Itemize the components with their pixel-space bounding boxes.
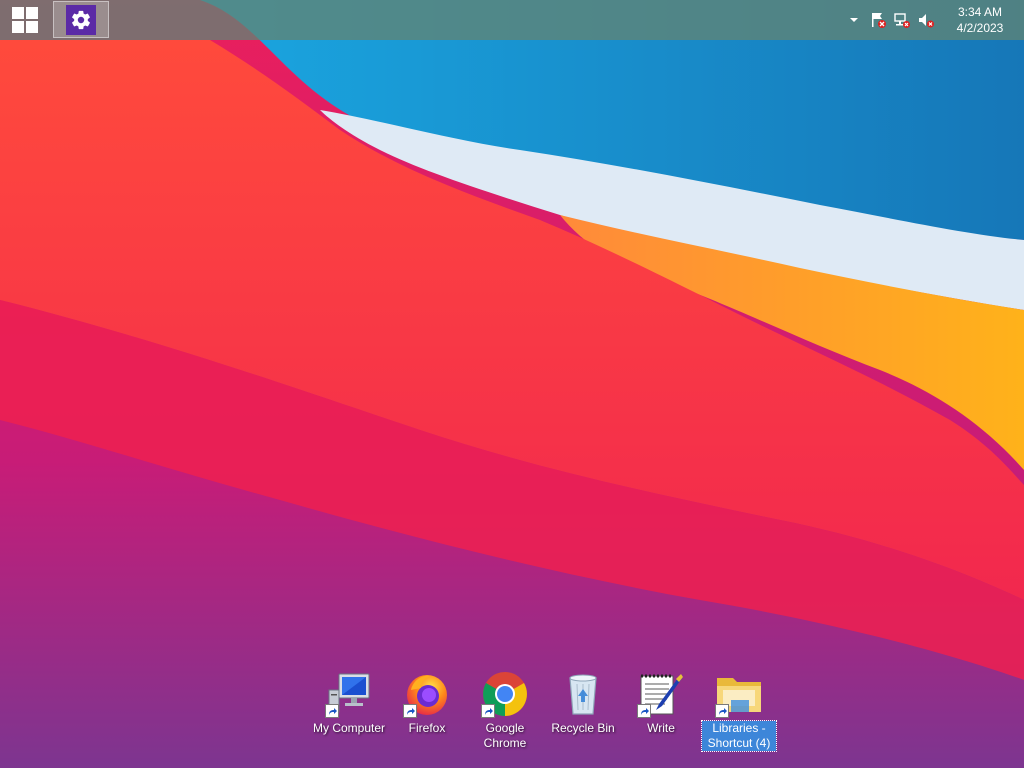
- desktop[interactable]: 3:34 AM 4/2/2023 My Computer Firefox Goo…: [0, 0, 1024, 768]
- action-center-flag-icon[interactable]: [866, 0, 890, 40]
- desktop-icon-libraries-shortcut[interactable]: Libraries - Shortcut (4): [700, 668, 778, 758]
- network-icon[interactable]: [890, 0, 914, 40]
- desktop-icon-label: Libraries - Shortcut (4): [701, 720, 777, 752]
- desktop-icon-label: Write: [647, 721, 675, 735]
- system-tray: 3:34 AM 4/2/2023: [842, 0, 1024, 40]
- windows-logo-icon: [12, 7, 38, 33]
- desktop-icon-label: Recycle Bin: [551, 721, 615, 735]
- taskbar-clock[interactable]: 3:34 AM 4/2/2023: [944, 0, 1016, 40]
- write-icon: [637, 670, 685, 718]
- clock-time: 3:34 AM: [957, 5, 1003, 19]
- desktop-icon-label: My Computer: [312, 721, 386, 735]
- volume-muted-icon[interactable]: [914, 0, 938, 40]
- desktop-icon-google-chrome[interactable]: Google Chrome: [466, 668, 544, 758]
- chrome-icon: [481, 670, 529, 718]
- desktop-icon-firefox[interactable]: Firefox: [388, 668, 466, 758]
- recycle-bin-icon: [559, 670, 607, 718]
- settings-icon: [66, 4, 96, 35]
- shortcut-arrow-icon: [637, 704, 651, 718]
- desktop-icon-label: Google Chrome: [483, 721, 527, 750]
- desktop-icon-my-computer[interactable]: My Computer: [310, 668, 388, 758]
- clock-date: 4/2/2023: [956, 21, 1004, 35]
- firefox-icon: [403, 670, 451, 718]
- shortcut-arrow-icon: [715, 704, 729, 718]
- wallpaper: [0, 0, 1024, 768]
- taskbar: 3:34 AM 4/2/2023: [0, 0, 1024, 40]
- tray-chevron-up-icon[interactable]: [842, 0, 866, 40]
- desktop-icons: My Computer Firefox Google Chrome Recycl…: [310, 668, 778, 758]
- desktop-icon-write[interactable]: Write: [622, 668, 700, 758]
- shortcut-arrow-icon: [481, 704, 495, 718]
- shortcut-arrow-icon: [403, 704, 417, 718]
- desktop-icon-recycle-bin[interactable]: Recycle Bin: [544, 668, 622, 758]
- taskbar-settings-button[interactable]: [53, 1, 109, 38]
- libraries-folder-icon: [715, 670, 763, 718]
- shortcut-arrow-icon: [325, 704, 339, 718]
- start-button[interactable]: [0, 0, 50, 40]
- desktop-icon-label: Firefox: [408, 721, 446, 735]
- computer-icon: [325, 670, 373, 718]
